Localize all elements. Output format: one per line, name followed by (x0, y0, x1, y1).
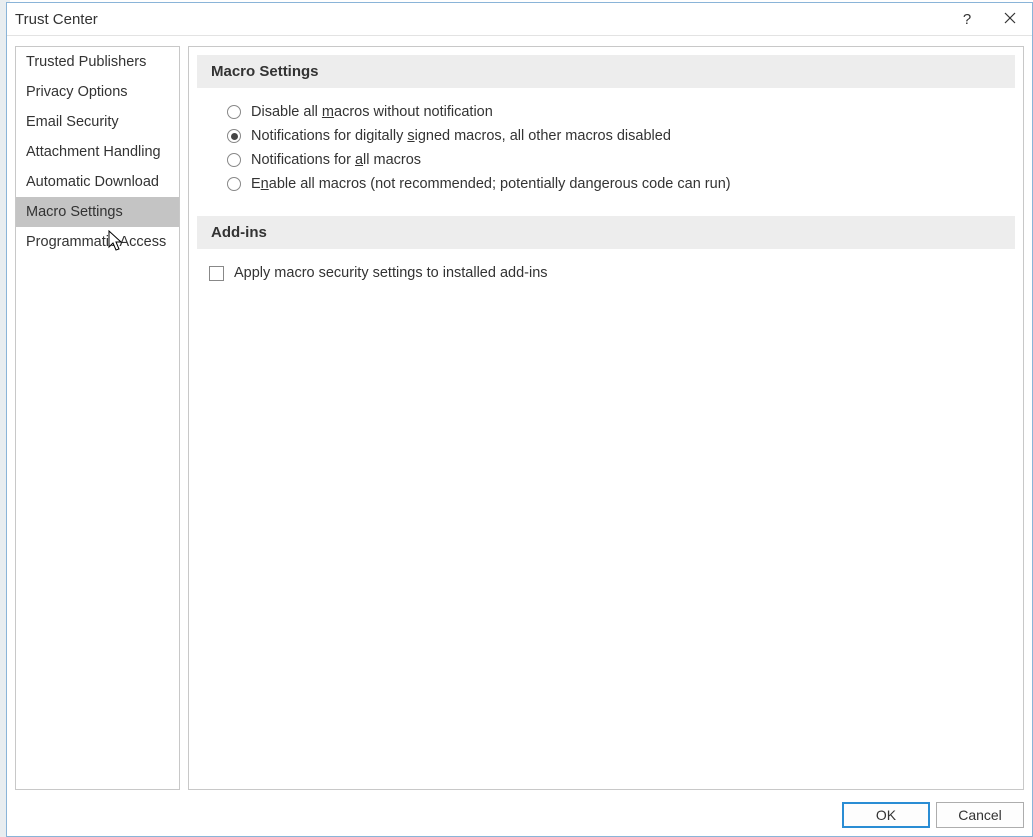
checkbox-icon (209, 266, 224, 281)
nav-sidebar: Trusted Publishers Privacy Options Email… (15, 46, 180, 790)
radio-enable-all[interactable]: Enable all macros (not recommended; pote… (227, 172, 1023, 196)
radio-icon (227, 129, 241, 143)
dialog-title: Trust Center (15, 11, 947, 28)
content-panel: Macro Settings Disable all macros withou… (188, 46, 1024, 790)
radio-label: Disable all macros without notification (251, 104, 493, 120)
cancel-button[interactable]: Cancel (936, 802, 1024, 828)
sidebar-item-trusted-publishers[interactable]: Trusted Publishers (16, 47, 179, 77)
sidebar-item-email-security[interactable]: Email Security (16, 107, 179, 137)
help-icon: ? (963, 11, 971, 28)
trust-center-dialog: Trust Center ? Trusted Publishers Privac… (6, 2, 1033, 837)
titlebar: Trust Center ? (7, 3, 1032, 36)
macro-settings-radio-group: Disable all macros without notification … (189, 100, 1023, 206)
sidebar-item-attachment-handling[interactable]: Attachment Handling (16, 137, 179, 167)
radio-label: Enable all macros (not recommended; pote… (251, 176, 731, 192)
sidebar-item-programmatic-access[interactable]: Programmatic Access (16, 227, 179, 257)
sidebar-item-privacy-options[interactable]: Privacy Options (16, 77, 179, 107)
radio-signed-only[interactable]: Notifications for digitally signed macro… (227, 124, 1023, 148)
checkbox-label: Apply macro security settings to install… (234, 265, 548, 281)
section-header-addins: Add-ins (197, 216, 1015, 249)
close-icon (1004, 11, 1016, 28)
radio-icon (227, 105, 241, 119)
help-button[interactable]: ? (947, 3, 987, 35)
sidebar-item-automatic-download[interactable]: Automatic Download (16, 167, 179, 197)
radio-disable-all[interactable]: Disable all macros without notification (227, 100, 1023, 124)
dialog-footer: OK Cancel (7, 798, 1032, 836)
radio-label: Notifications for all macros (251, 152, 421, 168)
ok-button[interactable]: OK (842, 802, 930, 828)
checkbox-apply-to-addins[interactable]: Apply macro security settings to install… (189, 261, 1023, 285)
radio-icon (227, 177, 241, 191)
sidebar-item-macro-settings[interactable]: Macro Settings (16, 197, 179, 227)
close-button[interactable] (987, 3, 1032, 35)
dialog-body: Trusted Publishers Privacy Options Email… (7, 36, 1032, 798)
radio-icon (227, 153, 241, 167)
section-header-macro-settings: Macro Settings (197, 55, 1015, 88)
radio-notify-all[interactable]: Notifications for all macros (227, 148, 1023, 172)
radio-label: Notifications for digitally signed macro… (251, 128, 671, 144)
